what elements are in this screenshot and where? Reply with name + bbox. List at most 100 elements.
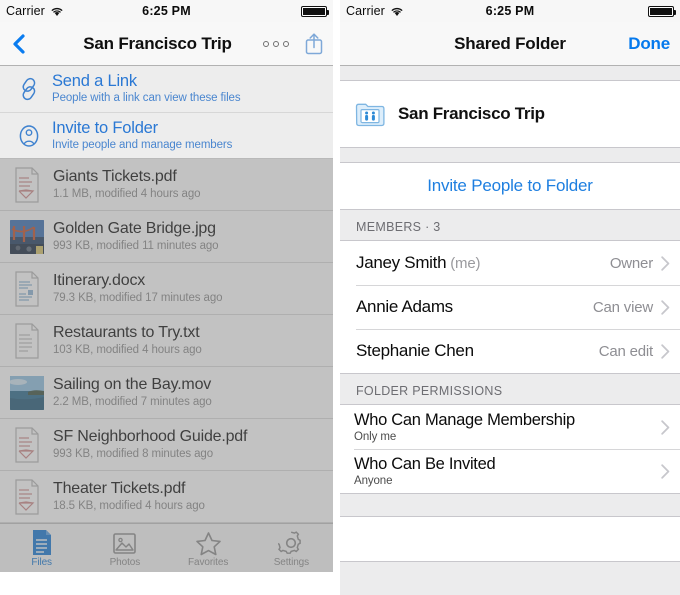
list-item[interactable]: Theater Tickets.pdf 18.5 KB, modified 4 … <box>0 471 333 523</box>
trailing-group <box>340 516 680 562</box>
file-name: Restaurants to Try.txt <box>53 323 202 343</box>
permission-text: Who Can Manage Membership Only me <box>354 410 575 444</box>
share-upload-icon[interactable] <box>303 31 325 57</box>
invite-people-label: Invite People to Folder <box>427 176 593 196</box>
action-title: Invite to Folder <box>52 119 232 138</box>
member-row-stephanie-chen[interactable]: Stephanie Chen Can edit <box>340 329 680 373</box>
members-group: Janey Smith (me) Owner Annie Adams Can v… <box>340 240 680 374</box>
file-meta: Giants Tickets.pdf 1.1 MB, modified 4 ho… <box>53 167 200 202</box>
file-subtitle: 2.2 MB, modified 7 minutes ago <box>53 395 212 410</box>
list-item[interactable]: Sailing on the Bay.mov 2.2 MB, modified … <box>0 367 333 419</box>
share-actions-panel: Send a Link People with a link can view … <box>0 66 333 159</box>
file-subtitle: 993 KB, modified 8 minutes ago <box>53 447 247 462</box>
file-subtitle: 993 KB, modified 11 minutes ago <box>53 239 218 254</box>
file-list: Giants Tickets.pdf 1.1 MB, modified 4 ho… <box>0 159 333 523</box>
group-spacer <box>340 66 680 80</box>
pdf-file-icon <box>8 427 46 463</box>
tab-bar: Files Photos <box>0 523 333 572</box>
file-subtitle: 103 KB, modified 4 hours ago <box>53 343 202 358</box>
tab-photos[interactable]: Photos <box>83 529 166 568</box>
member-name: Janey Smith <box>356 253 446 273</box>
chevron-right-icon <box>661 256 670 271</box>
list-item[interactable]: Itinerary.docx 79.3 KB, modified 17 minu… <box>0 263 333 315</box>
pdf-file-icon <box>8 167 46 203</box>
shared-folder-icon <box>355 100 385 128</box>
left-status-bar: Carrier 6:25 PM <box>0 0 333 22</box>
file-meta: Itinerary.docx 79.3 KB, modified 17 minu… <box>53 271 222 306</box>
file-name: Golden Gate Bridge.jpg <box>53 219 218 239</box>
member-row-right: Owner <box>610 255 670 272</box>
member-me-label: (me) <box>450 255 480 272</box>
right-status-bar: Carrier 6:25 PM <box>340 0 680 22</box>
right-screen-shared-folder: Carrier 6:25 PM Shared Folder Done <box>340 0 680 595</box>
permission-title: Who Can Be Invited <box>354 454 495 474</box>
action-send-a-link[interactable]: Send a Link People with a link can view … <box>0 66 333 112</box>
group-spacer <box>340 148 680 162</box>
right-nav-bar: Shared Folder Done <box>340 22 680 66</box>
list-item[interactable]: SF Neighborhood Guide.pdf 993 KB, modifi… <box>0 419 333 471</box>
folder-name: San Francisco Trip <box>398 104 545 124</box>
back-chevron-icon[interactable] <box>8 30 30 58</box>
permission-text: Who Can Be Invited Anyone <box>354 454 495 488</box>
dual-screenshot-canvas: Carrier 6:25 PM San Francisco Trip <box>0 0 680 595</box>
action-invite-to-folder-text: Invite to Folder Invite people and manag… <box>52 119 232 153</box>
screen-divider <box>333 0 340 595</box>
chevron-right-icon <box>661 420 670 435</box>
member-row-janey-smith[interactable]: Janey Smith (me) Owner <box>340 241 680 285</box>
permission-title: Who Can Manage Membership <box>354 410 575 430</box>
chevron-right-icon <box>661 344 670 359</box>
invite-people-button[interactable]: Invite People to Folder <box>340 163 680 209</box>
member-row-right: Can view <box>593 299 670 316</box>
more-dots-icon[interactable] <box>263 41 289 47</box>
file-subtitle: 1.1 MB, modified 4 hours ago <box>53 187 200 202</box>
video-thumbnail-bay <box>8 376 46 410</box>
tab-label: Settings <box>274 557 309 568</box>
file-subtitle: 18.5 KB, modified 4 hours ago <box>53 499 205 514</box>
doc-file-icon <box>8 271 46 307</box>
file-meta: Theater Tickets.pdf 18.5 KB, modified 4 … <box>53 479 205 514</box>
clock-label: 6:25 PM <box>340 4 680 18</box>
action-title: Send a Link <box>52 72 241 91</box>
link-chain-icon <box>12 76 46 102</box>
action-invite-to-folder[interactable]: Invite to Folder Invite people and manag… <box>0 112 333 158</box>
file-meta: Golden Gate Bridge.jpg 993 KB, modified … <box>53 219 218 254</box>
list-item[interactable]: Giants Tickets.pdf 1.1 MB, modified 4 ho… <box>0 159 333 211</box>
file-name: Sailing on the Bay.mov <box>53 375 212 395</box>
tab-favorites[interactable]: Favorites <box>167 529 250 568</box>
txt-file-icon <box>8 323 46 359</box>
popover-notch-icon <box>289 66 315 79</box>
status-right-group <box>301 6 327 17</box>
member-name: Annie Adams <box>356 297 453 317</box>
file-meta: SF Neighborhood Guide.pdf 993 KB, modifi… <box>53 427 247 462</box>
file-meta: Restaurants to Try.txt 103 KB, modified … <box>53 323 202 358</box>
member-role: Can view <box>593 299 653 316</box>
person-circle-icon <box>12 123 46 149</box>
files-document-icon <box>30 529 54 556</box>
permission-row-right <box>661 420 670 435</box>
member-role: Owner <box>610 255 653 272</box>
left-screen-file-browser: Carrier 6:25 PM San Francisco Trip <box>0 0 333 595</box>
chevron-right-icon <box>661 300 670 315</box>
permission-row-manage-membership[interactable]: Who Can Manage Membership Only me <box>340 405 680 449</box>
action-subtitle: People with a link can view these files <box>52 91 241 106</box>
permission-value: Only me <box>354 430 575 444</box>
folder-header-group: San Francisco Trip <box>340 80 680 148</box>
chevron-right-icon <box>661 464 670 479</box>
tab-settings[interactable]: Settings <box>250 529 333 568</box>
done-button[interactable]: Done <box>628 34 672 54</box>
list-item[interactable]: Restaurants to Try.txt 103 KB, modified … <box>0 315 333 367</box>
battery-icon <box>301 6 327 17</box>
permission-row-who-can-be-invited[interactable]: Who Can Be Invited Anyone <box>340 449 680 493</box>
shared-folder-content: San Francisco Trip Invite People to Fold… <box>340 66 680 595</box>
member-row-annie-adams[interactable]: Annie Adams Can view <box>340 285 680 329</box>
action-subtitle: Invite people and manage members <box>52 138 232 153</box>
member-row-right: Can edit <box>599 343 670 360</box>
action-send-a-link-text: Send a Link People with a link can view … <box>52 72 241 106</box>
permission-value: Anyone <box>354 474 495 488</box>
member-name: Stephanie Chen <box>356 341 474 361</box>
share-action-popover: Send a Link People with a link can view … <box>0 66 333 159</box>
tab-files[interactable]: Files <box>0 529 83 568</box>
tab-label: Photos <box>110 557 141 568</box>
list-item[interactable]: Golden Gate Bridge.jpg 993 KB, modified … <box>0 211 333 263</box>
settings-gear-icon <box>278 529 304 556</box>
